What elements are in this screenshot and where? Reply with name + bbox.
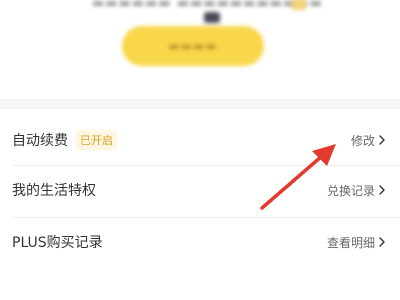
section-divider <box>0 99 400 109</box>
life-privileges-row[interactable]: 我的生活特权 兑换记录 <box>0 164 400 216</box>
view-details-label: 查看明细 <box>326 235 375 250</box>
chevron-right-icon <box>379 135 385 145</box>
auto-renew-modify-link[interactable]: 修改 <box>351 132 386 149</box>
redeem-records-link[interactable]: 兑换记录 <box>327 182 386 199</box>
blurred-content: ▬▬▬▬▬▬ ▬▬▬▬▬▬▬▬▬▬▬ ▬▬▬▬ <box>0 0 400 100</box>
view-details-link[interactable]: 查看明细 <box>327 234 386 251</box>
open-membership-button-blurred[interactable]: ▬▬▬▬ <box>122 26 264 66</box>
modify-label: 修改 <box>350 133 375 148</box>
chevron-right-icon <box>379 237 385 247</box>
plus-purchase-records-row[interactable]: PLUS购买记录 查看明细 <box>0 216 400 268</box>
membership-page: ▬▬▬▬▬▬ ▬▬▬▬▬▬▬▬▬▬▬ ▬▬▬▬ 自动续费 已开启 修改 我的生活… <box>0 0 400 300</box>
blurred-account-text: ▬▬▬▬▬▬ ▬▬▬▬▬▬▬▬▬▬▬ <box>92 0 323 11</box>
redeem-records-label: 兑换记录 <box>326 183 375 198</box>
auto-renew-label: 自动续费 <box>12 133 68 149</box>
auto-renew-row[interactable]: 自动续费 已开启 修改 <box>0 114 400 166</box>
membership-card-blurred: ▬▬▬▬▬▬ ▬▬▬▬▬▬▬▬▬▬▬ ▬▬▬▬ <box>0 0 400 100</box>
auto-renew-status-badge: 已开启 <box>76 130 117 150</box>
plus-purchase-records-label: PLUS购买记录 <box>12 235 103 251</box>
chevron-right-icon <box>379 185 385 195</box>
blurred-badge-icon <box>292 0 306 10</box>
blurred-tag-icon <box>204 12 220 23</box>
life-privileges-label: 我的生活特权 <box>12 183 96 199</box>
